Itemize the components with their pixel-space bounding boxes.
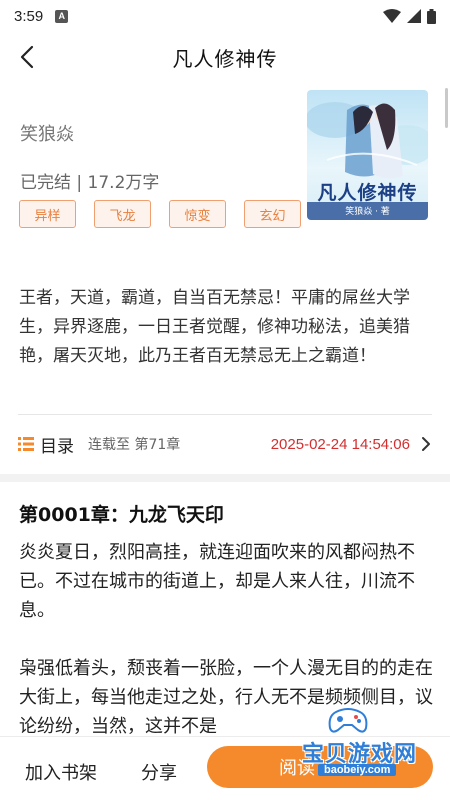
wifi-icon	[383, 9, 401, 23]
cover-title: 凡人修神传	[317, 182, 418, 204]
book-stats: 已完结 | 17.2万字	[20, 173, 160, 193]
status-time: 3:59	[14, 7, 44, 25]
nav-bar: 凡人修神传	[0, 32, 450, 82]
gamepad-icon	[328, 708, 368, 733]
tag-list: 异样 飞龙 惊变 玄幻	[19, 200, 301, 228]
back-button[interactable]	[14, 44, 40, 70]
book-synopsis: 王者，天道，霸道，自当百无禁忌！平庸的屌丝大学生，异界逐鹿，一日王者觉醒，修神功…	[19, 288, 410, 366]
tag-chip[interactable]: 玄幻	[244, 200, 301, 228]
status-bar: 3:59 A	[0, 0, 450, 32]
watermark: 宝贝游戏网 baobeiy.com	[300, 708, 432, 784]
watermark-url: baobeiy.com	[318, 764, 397, 776]
tag-chip[interactable]: 惊变	[169, 200, 226, 228]
tag-chip[interactable]: 飞龙	[94, 200, 151, 228]
book-cover[interactable]: 凡人修神传 笑狼焱 · 著	[307, 90, 428, 220]
chapter-title: 第0001章：九龙飞天印	[19, 504, 224, 526]
signal-icon	[407, 9, 421, 23]
divider	[18, 414, 432, 415]
cover-author: 笑狼焱 · 著	[345, 207, 390, 217]
page-title: 凡人修神传	[172, 46, 278, 71]
chapter-paragraph: 炎炎夏日，烈阳高挂，就连迎面吹来的风都闷热不已。不过在城市的街道上，却是人来人往…	[19, 542, 415, 621]
book-author[interactable]: 笑狼焱	[20, 120, 74, 146]
latest-chapter: 连载至 第71章	[88, 437, 181, 453]
scrollbar-thumb[interactable]	[445, 88, 448, 128]
add-to-shelf-button[interactable]: 加入书架	[25, 759, 97, 785]
list-icon	[18, 437, 34, 451]
share-button[interactable]: 分享	[141, 759, 177, 785]
toc-label: 目录	[40, 436, 74, 457]
battery-icon	[427, 8, 436, 24]
chapter-preview: 炎炎夏日，烈阳高挂，就连迎面吹来的风都闷热不已。不过在城市的街道上，却是人来人往…	[19, 538, 433, 734]
status-icons	[383, 8, 436, 24]
tag-chip[interactable]: 异样	[19, 200, 76, 228]
chevron-right-icon	[422, 437, 430, 451]
notification-icon: A	[55, 9, 69, 23]
section-separator	[0, 474, 450, 482]
back-arrow-icon	[20, 45, 34, 69]
table-of-contents-row[interactable]: 目录 连载至 第71章 2025-02-24 14:54:06	[18, 426, 432, 462]
update-time: 2025-02-24 14:54:06	[270, 435, 410, 453]
